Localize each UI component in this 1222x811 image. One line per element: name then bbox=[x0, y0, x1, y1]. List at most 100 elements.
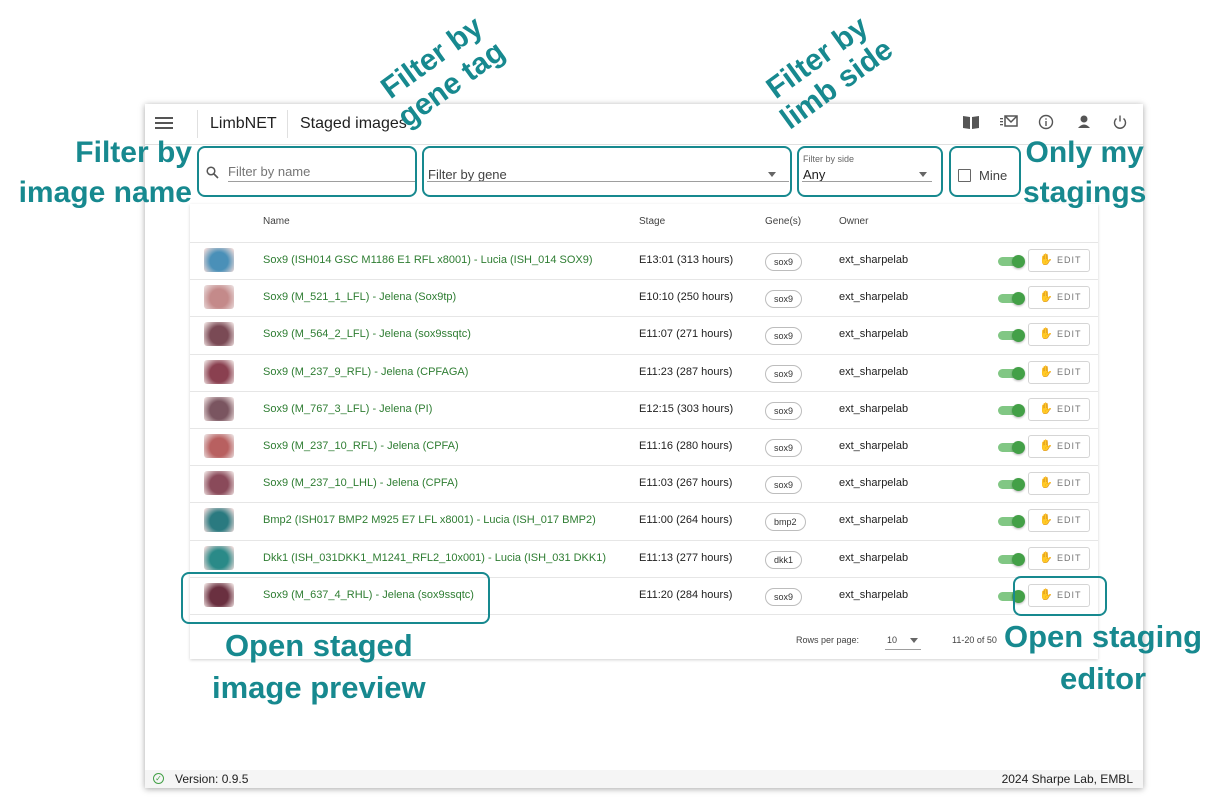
credit-text: 2024 Sharpe Lab, EMBL bbox=[1001, 772, 1133, 786]
image-name-link[interactable]: Sox9 (M_564_2_LFL) - Jelena (sox9ssqtc) bbox=[263, 328, 471, 340]
active-toggle[interactable] bbox=[998, 255, 1025, 268]
edit-button[interactable]: ✋ EDIT bbox=[1028, 509, 1090, 533]
edit-button-label: EDIT bbox=[1057, 366, 1082, 377]
owner-value: ext_sharpelab bbox=[839, 588, 909, 601]
image-thumbnail[interactable] bbox=[204, 396, 234, 421]
toggle-knob bbox=[1012, 515, 1025, 529]
highlight-preview-row bbox=[181, 572, 490, 624]
info-icon[interactable] bbox=[1035, 114, 1057, 134]
toggle-knob bbox=[1012, 255, 1025, 268]
owner-value: ext_sharpelab bbox=[839, 365, 909, 378]
edit-button[interactable]: ✋ EDIT bbox=[1028, 360, 1090, 384]
edit-button[interactable]: ✋ EDIT bbox=[1028, 249, 1090, 272]
divider bbox=[197, 110, 198, 138]
rows-per-page-label: Rows per page: bbox=[796, 635, 860, 645]
active-toggle[interactable] bbox=[998, 478, 1025, 492]
hand-icon: ✋ bbox=[1039, 514, 1053, 527]
image-thumbnail[interactable] bbox=[204, 322, 234, 347]
toggle-knob bbox=[1012, 329, 1025, 343]
gene-chip: sox9 bbox=[765, 587, 803, 606]
annotation-text: Filter by image name bbox=[18, 136, 192, 209]
table-row: Bmp2 (ISH017 BMP2 M925 E7 LFL x8001) - L… bbox=[190, 502, 1098, 540]
active-toggle[interactable] bbox=[998, 403, 1025, 417]
active-toggle[interactable] bbox=[998, 366, 1025, 380]
image-thumbnail[interactable] bbox=[204, 359, 234, 384]
highlight-edit-button bbox=[1013, 576, 1107, 616]
owner-value: ext_sharpelab bbox=[839, 514, 909, 527]
stage-value: E11:03 (267 hours) bbox=[639, 477, 733, 490]
toggle-knob bbox=[1012, 366, 1025, 380]
gene-chip: sox9 bbox=[765, 439, 803, 457]
hand-icon: ✋ bbox=[1039, 291, 1053, 304]
owner-value: ext_sharpelab bbox=[839, 402, 909, 415]
hand-icon: ✋ bbox=[1039, 440, 1053, 452]
power-icon[interactable] bbox=[1109, 114, 1131, 134]
owner-value: ext_sharpelab bbox=[839, 291, 909, 304]
gene-chip: dkk1 bbox=[765, 550, 803, 569]
gene-chip: sox9 bbox=[765, 327, 803, 346]
edit-button[interactable]: ✋ EDIT bbox=[1028, 546, 1090, 570]
active-toggle[interactable] bbox=[998, 552, 1025, 566]
stage-value: E13:01 (313 hours) bbox=[639, 254, 734, 266]
image-name-link[interactable]: Sox9 (M_767_3_LFL) - Jelena (PI) bbox=[263, 403, 432, 415]
owner-value: ext_sharpelab bbox=[839, 551, 909, 564]
table-row: Sox9 (M_237_10_LHL) - Jelena (CPFA) E11:0… bbox=[190, 465, 1098, 503]
table-row: Sox9 (M_521_1_LFL) - Jelena (Sox9tp) E10:… bbox=[190, 279, 1098, 317]
column-header-stage[interactable]: Stage bbox=[639, 216, 665, 227]
owner-value: ext_sharpelab bbox=[839, 254, 909, 266]
table-row: Sox9 (ISH014 GSC M1186 E1 RFL x8001) - L… bbox=[190, 242, 1098, 280]
edit-button[interactable]: ✋ EDIT bbox=[1028, 397, 1090, 421]
account-icon[interactable] bbox=[1073, 114, 1095, 134]
book-icon[interactable] bbox=[960, 114, 982, 134]
edit-button[interactable]: ✋ EDIT bbox=[1028, 323, 1090, 347]
highlight-gene-filter bbox=[422, 146, 792, 197]
check-circle-icon: ✓ bbox=[153, 773, 164, 784]
stage-value: E11:16 (280 hours) bbox=[639, 440, 733, 452]
stage-value: E10:10 (250 hours) bbox=[639, 291, 734, 304]
annotation-open-editor: Open staging editor bbox=[1004, 616, 1202, 700]
gene-chip: sox9 bbox=[765, 364, 803, 383]
footer: ✓ Version: 0.9.5 2024 Sharpe Lab, EMBL bbox=[145, 770, 1143, 788]
hamburger-menu-icon[interactable] bbox=[155, 114, 173, 132]
image-name-link[interactable]: Bmp2 (ISH017 BMP2 M925 E7 LFL x8001) - L… bbox=[263, 514, 596, 526]
owner-value: ext_sharpelab bbox=[839, 440, 909, 452]
edit-button[interactable]: ✋ EDIT bbox=[1028, 472, 1090, 496]
image-thumbnail[interactable] bbox=[204, 434, 234, 458]
top-bar: LimbNET Staged images bbox=[145, 104, 1143, 145]
edit-button-label: EDIT bbox=[1057, 292, 1082, 303]
stage-value: E12:15 (303 hours) bbox=[639, 402, 734, 415]
edit-button[interactable]: ✋ EDIT bbox=[1028, 435, 1090, 458]
highlight-name-filter bbox=[197, 146, 417, 197]
toggle-knob bbox=[1012, 403, 1025, 417]
page-range: 11-20 of 50 bbox=[952, 635, 997, 645]
active-toggle[interactable] bbox=[998, 329, 1025, 343]
edit-button[interactable]: ✋ EDIT bbox=[1028, 286, 1090, 310]
rows-per-page-select[interactable]: 10 bbox=[885, 629, 921, 650]
image-name-link[interactable]: Sox9 (M_521_1_LFL) - Jelena (Sox9tp) bbox=[263, 291, 456, 303]
active-toggle[interactable] bbox=[998, 515, 1025, 529]
image-thumbnail[interactable] bbox=[204, 285, 234, 310]
image-name-link[interactable]: Dkk1 (ISH_031DKK1_M1241_RFL2_10x001) - L… bbox=[263, 552, 606, 564]
gene-chip: bmp2 bbox=[765, 513, 806, 532]
active-toggle[interactable] bbox=[998, 292, 1025, 306]
app-name: LimbNET bbox=[210, 115, 277, 132]
rows-per-page-value: 10 bbox=[887, 635, 898, 645]
image-thumbnail[interactable] bbox=[204, 248, 234, 272]
column-header-genes[interactable]: Gene(s) bbox=[765, 216, 801, 227]
active-toggle[interactable] bbox=[998, 441, 1025, 454]
image-name-link[interactable]: Sox9 (ISH014 GSC M1186 E1 RFL x8001) - L… bbox=[263, 254, 593, 266]
image-thumbnail[interactable] bbox=[204, 508, 234, 533]
image-name-link[interactable]: Sox9 (M_237_10_RFL) - Jelena (CPFA) bbox=[263, 440, 459, 452]
image-name-link[interactable]: Sox9 (M_237_10_LHL) - Jelena (CPFA) bbox=[263, 477, 458, 489]
image-name-link[interactable]: Sox9 (M_237_9_RFL) - Jelena (CPFAGA) bbox=[263, 366, 468, 378]
toggle-knob bbox=[1012, 552, 1025, 566]
image-thumbnail[interactable] bbox=[204, 471, 234, 496]
image-thumbnail[interactable] bbox=[204, 545, 234, 570]
edit-button-label: EDIT bbox=[1057, 403, 1082, 414]
annotation-only-mine: Only my stagings bbox=[1023, 133, 1146, 213]
notifications-icon[interactable] bbox=[998, 114, 1020, 134]
annotation-filter-name: Filter by image name bbox=[19, 133, 192, 213]
page-title: Staged images bbox=[300, 115, 407, 132]
column-header-owner[interactable]: Owner bbox=[839, 216, 868, 227]
column-header-name[interactable]: Name bbox=[263, 216, 290, 227]
